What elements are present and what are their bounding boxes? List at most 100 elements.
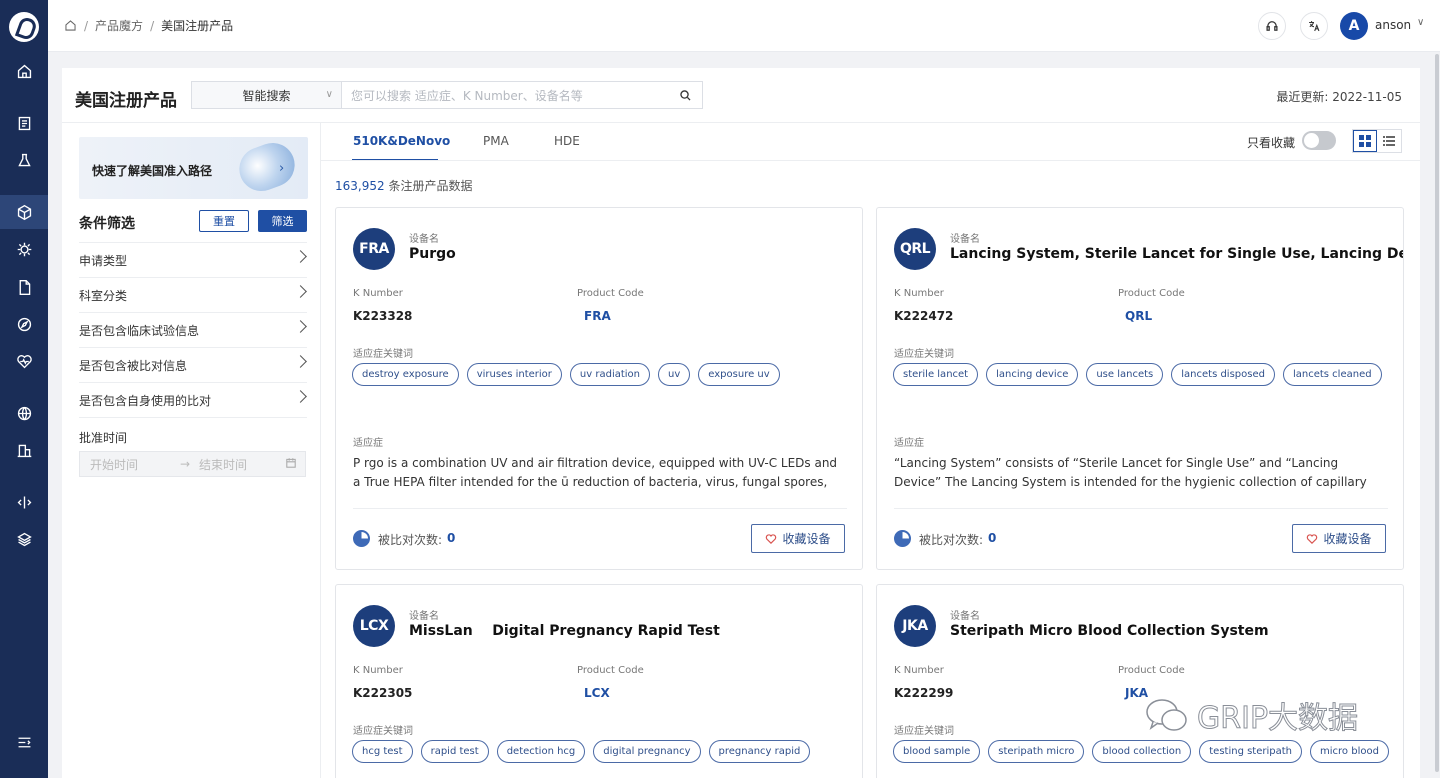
- chevron-down-icon[interactable]: ∨: [1417, 17, 1424, 28]
- tab-hde[interactable]: HDE: [554, 134, 580, 148]
- keywords-label: 适应症关键词: [894, 349, 954, 360]
- product-code-link[interactable]: LCX: [584, 686, 610, 700]
- divider: [894, 508, 1388, 509]
- search-mode-select[interactable]: 智能搜索 ∨: [191, 81, 342, 109]
- keyword-tag[interactable]: pregnancy rapid: [708, 740, 811, 763]
- filter-button[interactable]: 筛选: [258, 210, 307, 232]
- device-name[interactable]: Steripath Micro Blood Collection System: [950, 623, 1269, 639]
- product-card[interactable]: FRA 设备名 Purgo K Number K223328 Product C…: [335, 207, 863, 570]
- language-button[interactable]: [1300, 12, 1328, 40]
- last-updated: 最近更新: 2022-11-05: [1276, 90, 1402, 104]
- split-icon[interactable]: [0, 485, 48, 519]
- product-code-badge: FRA: [353, 228, 395, 270]
- indication-text: “Lancing System” consists of “Sterile La…: [894, 456, 1367, 489]
- capsule-illustration: [233, 137, 301, 198]
- keyword-tag[interactable]: use lancets: [1086, 363, 1164, 386]
- top-header: / 产品魔方 / 美国注册产品 A anson ∨: [48, 0, 1440, 52]
- favorites-only-toggle[interactable]: [1302, 131, 1336, 150]
- product-code-link[interactable]: FRA: [584, 309, 611, 323]
- indication-label: 适应症: [894, 438, 924, 449]
- grid-icon: [1359, 135, 1371, 147]
- scrollbar-thumb[interactable]: [1435, 54, 1439, 772]
- keyword-tags: blood sample steripath micro blood colle…: [893, 740, 1389, 763]
- chevron-right-icon: [294, 355, 307, 368]
- collapse-menu-icon[interactable]: [0, 725, 48, 759]
- date-range-picker[interactable]: 开始时间 → 结束时间: [79, 451, 306, 477]
- keyword-tag[interactable]: steripath micro: [988, 740, 1085, 763]
- filter-item-clinical-trial[interactable]: 是否包含临床试验信息: [79, 312, 307, 347]
- end-date-placeholder[interactable]: 结束时间: [199, 456, 247, 473]
- product-card[interactable]: LCX 设备名 MissLan Digital Pregnancy Rapid …: [335, 584, 863, 778]
- tab-510k-denovo[interactable]: 510K&DeNovo: [353, 134, 450, 148]
- cube-icon[interactable]: [0, 195, 48, 229]
- device-name[interactable]: Purgo: [409, 246, 456, 262]
- layers-icon[interactable]: [0, 522, 48, 556]
- building-icon[interactable]: [0, 433, 48, 467]
- favorite-label: 收藏设备: [782, 532, 831, 546]
- globe-icon[interactable]: [0, 396, 48, 430]
- tab-pma[interactable]: PMA: [483, 134, 509, 148]
- avatar[interactable]: A: [1340, 12, 1368, 40]
- user-name[interactable]: anson: [1375, 18, 1411, 32]
- filter-label: 申请类型: [79, 253, 128, 268]
- keyword-tag[interactable]: lancets cleaned: [1282, 363, 1382, 386]
- heart-pulse-icon[interactable]: [0, 344, 48, 378]
- keyword-tag[interactable]: detection hcg: [496, 740, 586, 763]
- keyword-tag[interactable]: sterile lancet: [893, 363, 979, 386]
- keyword-tag[interactable]: uv: [658, 363, 691, 386]
- app-logo[interactable]: [9, 12, 39, 42]
- divider: [79, 417, 307, 418]
- keyword-tag[interactable]: viruses interior: [466, 363, 562, 386]
- keyword-tag[interactable]: blood sample: [893, 740, 981, 763]
- keyword-tag[interactable]: digital pregnancy: [593, 740, 701, 763]
- report-icon[interactable]: [0, 106, 48, 140]
- keyword-tag[interactable]: rapid test: [420, 740, 489, 763]
- favorite-device-button[interactable]: 收藏设备: [751, 524, 845, 553]
- compass-icon[interactable]: [0, 307, 48, 341]
- keyword-tag[interactable]: exposure uv: [698, 363, 780, 386]
- keyword-tag[interactable]: destroy exposure: [352, 363, 459, 386]
- flask-icon[interactable]: [0, 143, 48, 177]
- favorite-device-button[interactable]: 收藏设备: [1292, 524, 1386, 553]
- filter-title: 条件筛选: [79, 216, 135, 232]
- filter-item-self-comparison[interactable]: 是否包含自身使用的比对: [79, 382, 307, 417]
- access-path-banner[interactable]: 快速了解美国准入路径 ›: [79, 137, 308, 199]
- search-input[interactable]: 您可以搜索 适应症、K Number、设备名等: [341, 81, 703, 109]
- keyword-tag[interactable]: testing steripath: [1199, 740, 1303, 763]
- keyword-tag[interactable]: lancets disposed: [1171, 363, 1275, 386]
- support-button[interactable]: [1258, 12, 1286, 40]
- product-card[interactable]: QRL 设备名 Lancing System, Sterile Lancet f…: [876, 207, 1404, 570]
- indication-text: P rgo is a combination UV and air filtra…: [353, 456, 838, 489]
- keyword-tag[interactable]: lancing device: [986, 363, 1079, 386]
- k-number-label: K Number: [894, 665, 944, 676]
- calendar-icon[interactable]: [285, 457, 297, 472]
- wechat-watermark: GRIP大数据: [1143, 693, 1359, 737]
- product-code-link[interactable]: QRL: [1125, 309, 1152, 323]
- keyword-tag[interactable]: micro blood: [1310, 740, 1389, 763]
- grid-view-button[interactable]: [1353, 130, 1377, 152]
- product-card[interactable]: JKA 设备名 Steripath Micro Blood Collection…: [876, 584, 1404, 778]
- filter-label: 是否包含自身使用的比对: [79, 393, 212, 408]
- product-code-badge: LCX: [353, 605, 395, 647]
- divider: [321, 160, 1420, 161]
- start-date-placeholder[interactable]: 开始时间: [90, 456, 138, 473]
- home-icon[interactable]: [0, 54, 48, 88]
- filter-item-department[interactable]: 科室分类: [79, 277, 307, 312]
- filter-item-application-type[interactable]: 申请类型: [79, 242, 307, 277]
- reset-button[interactable]: 重置: [199, 210, 249, 232]
- keyword-tag[interactable]: blood collection: [1092, 740, 1192, 763]
- device-name[interactable]: Lancing System, Sterile Lancet for Singl…: [950, 246, 1403, 262]
- breadcrumb-item[interactable]: 产品魔方: [95, 17, 143, 34]
- keyword-tag[interactable]: hcg test: [352, 740, 413, 763]
- virus-icon[interactable]: [0, 232, 48, 266]
- search-icon[interactable]: [679, 89, 692, 102]
- k-number-label: K Number: [894, 288, 944, 299]
- list-view-button[interactable]: [1377, 130, 1401, 152]
- device-name[interactable]: MissLan Digital Pregnancy Rapid Test: [409, 623, 720, 639]
- pie-chart-icon: [894, 530, 911, 547]
- keyword-tag[interactable]: uv radiation: [569, 363, 651, 386]
- home-icon[interactable]: [64, 19, 77, 32]
- filter-label: 是否包含临床试验信息: [79, 323, 200, 338]
- document-icon[interactable]: [0, 270, 48, 304]
- filter-item-compared-info[interactable]: 是否包含被比对信息: [79, 347, 307, 382]
